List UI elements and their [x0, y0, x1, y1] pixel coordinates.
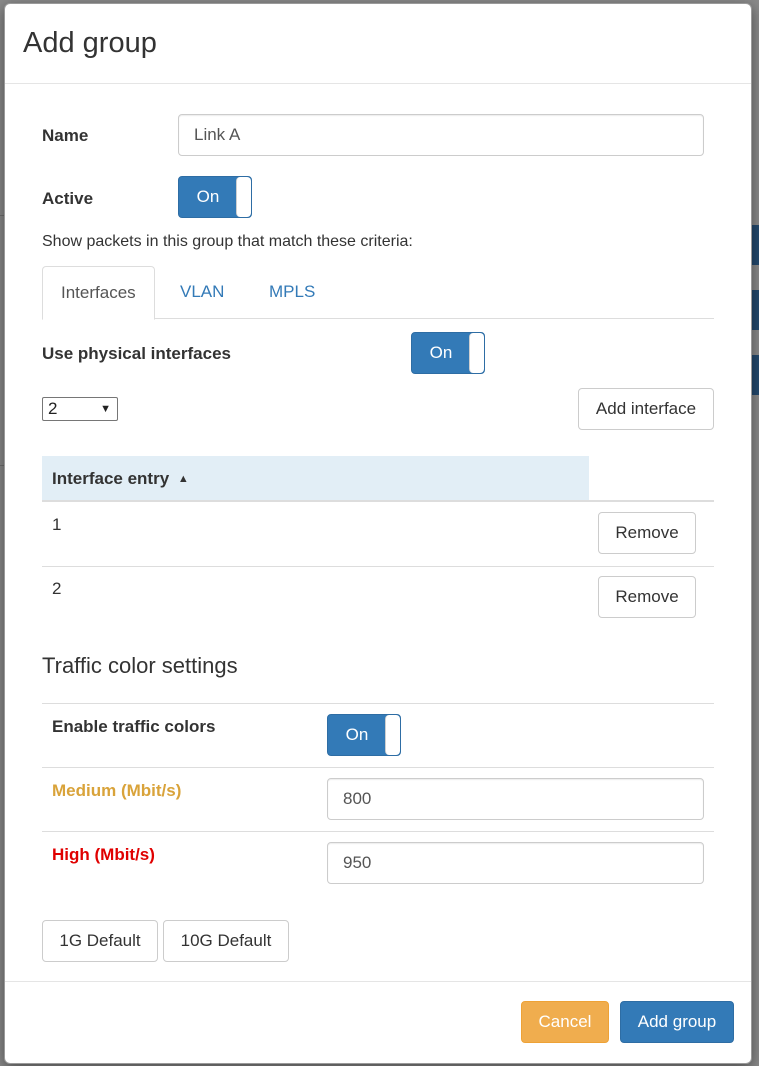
toggle-on-label: On	[345, 725, 369, 744]
high-threshold-label: High (Mbit/s)	[52, 845, 155, 864]
tab-interfaces[interactable]: Interfaces	[42, 266, 155, 320]
medium-threshold-label: Medium (Mbit/s)	[52, 781, 182, 800]
remove-button[interactable]: Remove	[598, 576, 696, 618]
add-group-button[interactable]: Add group	[620, 1001, 734, 1043]
use-physical-toggle[interactable]: On	[411, 332, 485, 374]
sort-asc-icon: ▲	[177, 473, 189, 485]
criteria-text: Show packets in this group that match th…	[42, 233, 413, 250]
row-divider	[42, 703, 714, 704]
dialog-footer-divider	[5, 981, 751, 982]
toggle-handle	[236, 177, 251, 217]
preset-10g-button[interactable]: 10G Default	[163, 920, 289, 962]
name-label: Name	[42, 126, 89, 145]
row-divider	[42, 831, 714, 832]
active-label: Active	[42, 189, 94, 208]
table-header-rule	[42, 500, 714, 502]
backdrop-bar	[751, 225, 759, 265]
table-cell-entry: 1	[52, 515, 62, 534]
backdrop-bar	[751, 290, 759, 330]
column-header-label: Interface entry	[52, 469, 170, 488]
name-input[interactable]	[178, 114, 704, 156]
preset-1g-button[interactable]: 1G Default	[42, 920, 158, 962]
toggle-handle	[469, 333, 484, 373]
active-toggle[interactable]: On	[178, 176, 252, 218]
remove-button[interactable]: Remove	[598, 512, 696, 554]
high-threshold-input[interactable]	[327, 842, 704, 884]
select-value: 2	[48, 399, 58, 418]
tab-mpls[interactable]: MPLS	[251, 266, 333, 319]
toggle-handle	[385, 715, 400, 755]
use-physical-label: Use physical interfaces	[42, 344, 231, 363]
row-divider	[42, 566, 714, 567]
tab-vlan[interactable]: VLAN	[162, 266, 242, 319]
interface-entry-header[interactable]: Interface entry ▲	[42, 456, 589, 501]
row-divider	[42, 767, 714, 768]
backdrop-bar	[751, 355, 759, 395]
chevron-down-icon: ▼	[100, 403, 111, 415]
cancel-button[interactable]: Cancel	[521, 1001, 609, 1043]
criteria-tabs: Interfaces VLAN MPLS	[42, 266, 714, 320]
dialog-header: Add group	[5, 4, 751, 84]
add-interface-button[interactable]: Add interface	[578, 388, 714, 430]
enable-traffic-toggle[interactable]: On	[327, 714, 401, 756]
toggle-on-label: On	[429, 343, 453, 362]
enable-traffic-label: Enable traffic colors	[52, 717, 216, 736]
interface-count-select[interactable]: 2 ▼	[42, 397, 118, 421]
medium-threshold-input[interactable]	[327, 778, 704, 820]
toggle-on-label: On	[196, 187, 220, 206]
add-group-dialog: Add group Name Active On Show packets in…	[4, 3, 752, 1064]
dialog-title: Add group	[23, 27, 157, 59]
table-cell-entry: 2	[52, 579, 62, 598]
traffic-section-title: Traffic color settings	[42, 653, 238, 678]
